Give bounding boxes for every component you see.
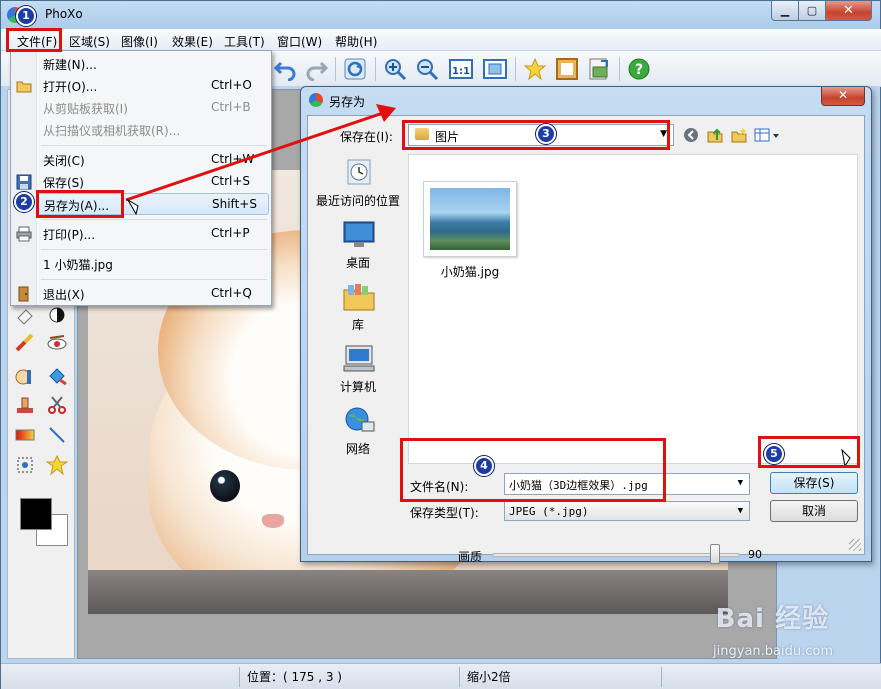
actual-size-icon[interactable]: 1:1: [449, 57, 473, 81]
red-eye-tool-icon[interactable]: [46, 332, 68, 354]
dialog-close-button[interactable]: ✕: [821, 87, 865, 106]
frame-icon[interactable]: [555, 57, 579, 81]
quality-value: 90: [748, 548, 762, 561]
menu-effects[interactable]: 效果(E): [168, 32, 217, 51]
fill-bucket-tool-icon[interactable]: [46, 366, 68, 388]
transform-tool-icon[interactable]: [14, 454, 36, 476]
back-icon[interactable]: [682, 126, 700, 144]
watermark-brand: Bai 经验: [715, 604, 829, 634]
open-folder-icon: [16, 81, 32, 93]
places-bar: 最近访问的位置 桌面 库 计算机 网络: [314, 154, 402, 464]
title-bar: PhoXo ▁ ▢ ✕: [1, 1, 881, 29]
maximize-button[interactable]: ▢: [798, 1, 826, 21]
zoom-out-icon[interactable]: [415, 57, 439, 81]
up-folder-icon[interactable]: [706, 126, 724, 144]
eraser-tool-icon[interactable]: [14, 304, 36, 326]
line-tool-icon[interactable]: [46, 424, 68, 446]
place-recent[interactable]: 最近访问的位置: [314, 154, 402, 214]
file-name-label: 小奶猫.jpg: [440, 265, 500, 279]
redo-icon[interactable]: [305, 57, 329, 82]
dialog-app-icon: [309, 93, 323, 107]
menu-image[interactable]: 图像(I): [117, 32, 162, 51]
file-menu-dropdown: 新建(N)... 打开(O)... Ctrl+O 从剪贴板获取(I) Ctrl+…: [10, 50, 272, 306]
step-badge-3: 3: [536, 124, 556, 144]
save-in-label: 保存在(I):: [340, 130, 393, 144]
step-badge-5: 5: [764, 444, 784, 464]
menu-region[interactable]: 区域(S): [65, 32, 114, 51]
view-menu-icon[interactable]: [754, 126, 784, 144]
export-image-icon[interactable]: [587, 57, 611, 81]
contrast-tool-icon[interactable]: [46, 304, 68, 326]
menu-item-exit[interactable]: 退出(X) Ctrl+Q: [11, 283, 271, 305]
resize-gripper[interactable]: [849, 539, 861, 551]
highlight-box-filename: [400, 438, 666, 502]
step-badge-4: 4: [474, 456, 494, 476]
smudge-tool-icon[interactable]: [14, 332, 36, 354]
chevron-down-icon: ▼: [734, 478, 743, 488]
highlight-box-file-menu: [6, 28, 62, 52]
filetype-label: 保存类型(T):: [410, 506, 479, 520]
menu-item-open[interactable]: 打开(O)... Ctrl+O: [11, 75, 271, 97]
menu-bar: 文件(F) 区域(S) 图像(I) 效果(E) 工具(T) 窗口(W) 帮助(H…: [1, 29, 881, 51]
file-thumbnail[interactable]: [423, 181, 517, 257]
cursor-position-text: 位置：( 175 , 3 ): [247, 670, 342, 684]
close-window-button[interactable]: ✕: [825, 1, 872, 21]
quality-label: 画质: [458, 550, 483, 564]
foreground-color-swatch[interactable]: [20, 498, 52, 530]
stamp-tool-icon[interactable]: [14, 394, 36, 416]
gradient-tool-icon[interactable]: [14, 424, 36, 446]
quality-slider-thumb[interactable]: [710, 544, 721, 564]
quality-slider-track[interactable]: [492, 553, 740, 557]
place-network[interactable]: 网络: [314, 402, 402, 462]
menu-item-from-scanner: 从扫描仪或相机获取(R)...: [43, 124, 181, 138]
dialog-title: 另存为: [329, 95, 366, 109]
recent-places-icon: [347, 159, 371, 185]
step-badge-2: 2: [14, 192, 34, 212]
menu-item-close[interactable]: 关闭(C) Ctrl+W: [11, 149, 271, 171]
3d-frame-edge: [88, 570, 728, 614]
computer-icon: [343, 345, 375, 372]
save-button[interactable]: 保存(S): [770, 472, 858, 494]
menu-item-from-clipboard: 从剪贴板获取(I) Ctrl+B: [43, 100, 251, 116]
place-libraries[interactable]: 库: [314, 278, 402, 338]
window-title: PhoXo: [45, 7, 83, 21]
status-bar: 位置：( 175 , 3 ) 缩小2倍: [1, 663, 881, 689]
libraries-icon: [343, 284, 375, 311]
refresh-icon[interactable]: [343, 57, 367, 81]
cancel-button[interactable]: 取消: [770, 500, 858, 522]
place-computer[interactable]: 计算机: [314, 340, 402, 400]
save-disk-icon: [16, 174, 32, 190]
printer-icon: [16, 226, 32, 242]
highlight-box-save-as: [36, 190, 124, 218]
svg-text:?: ?: [635, 62, 643, 78]
clone-stamp-tool-icon[interactable]: [14, 366, 36, 388]
menu-window[interactable]: 窗口(W): [273, 32, 326, 51]
filetype-select[interactable]: JPEG (*.jpg) ▼: [504, 501, 750, 521]
star-shape-tool-icon[interactable]: [45, 454, 69, 476]
menu-tools[interactable]: 工具(T): [220, 32, 269, 51]
desktop-icon: [343, 221, 375, 247]
zoom-level-text: 缩小2倍: [467, 670, 511, 684]
network-icon: [345, 407, 375, 432]
watermark-url: jingyan.baidu.com: [713, 644, 833, 659]
step-badge-1: 1: [16, 6, 36, 26]
file-list-area[interactable]: 小奶猫.jpg: [408, 154, 858, 464]
menu-item-recent-file[interactable]: 1 小奶猫.jpg: [11, 253, 271, 275]
chevron-down-icon: ▼: [737, 506, 743, 516]
menu-help[interactable]: 帮助(H): [331, 32, 381, 51]
menu-item-print[interactable]: 打印(P)... Ctrl+P: [11, 223, 271, 245]
exit-door-icon: [18, 286, 29, 302]
favorite-star-icon[interactable]: [523, 57, 547, 81]
help-icon[interactable]: ?: [627, 57, 651, 81]
place-desktop[interactable]: 桌面: [314, 216, 402, 276]
zoom-in-icon[interactable]: [383, 57, 407, 81]
new-folder-icon[interactable]: [730, 126, 748, 144]
fit-window-icon[interactable]: [483, 57, 507, 81]
undo-icon[interactable]: [273, 57, 297, 82]
scissors-tool-icon[interactable]: [46, 394, 68, 416]
minimize-button[interactable]: ▁: [771, 1, 799, 21]
landscape-thumbnail-image: [430, 188, 510, 250]
menu-item-new[interactable]: 新建(N)...: [11, 53, 271, 75]
svg-text:1:1: 1:1: [452, 66, 470, 77]
